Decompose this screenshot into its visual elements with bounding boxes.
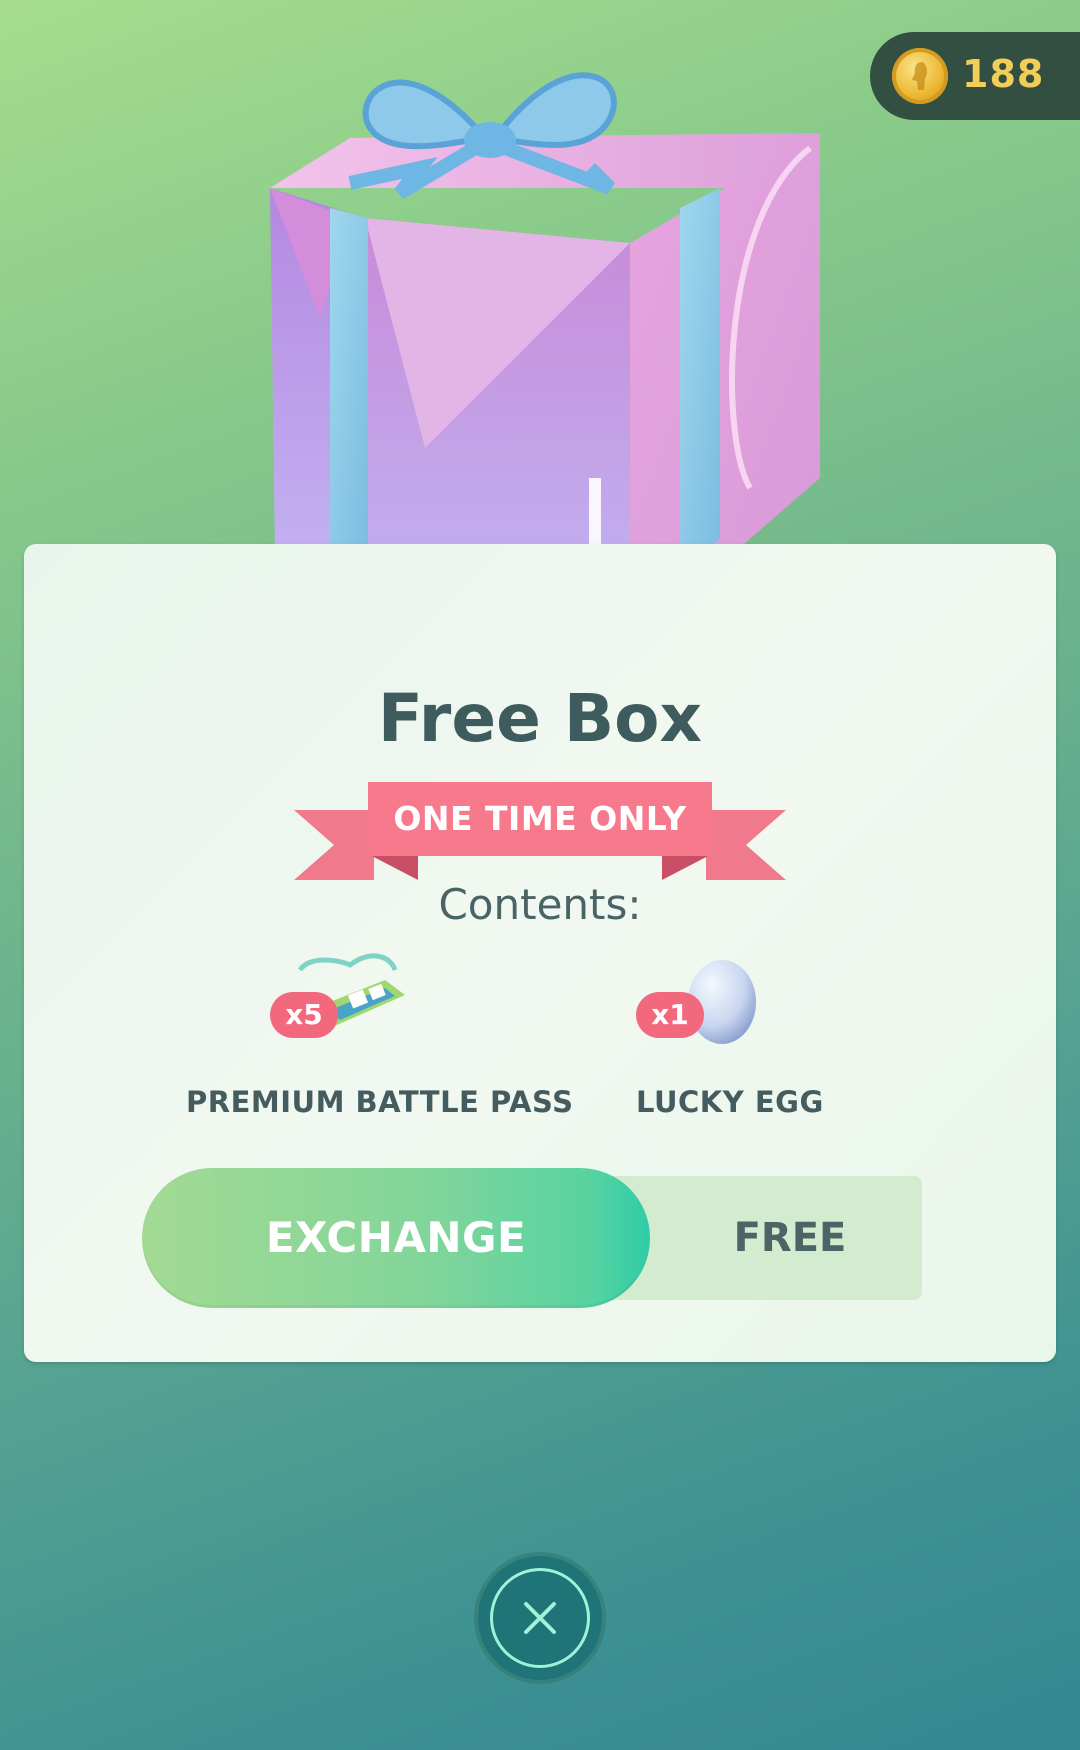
price-label: FREE [733, 1215, 847, 1261]
content-item-battle-pass: x5 PREMIUM BATTLE PASS [170, 950, 573, 1130]
battle-pass-quantity-badge: x5 [270, 992, 338, 1038]
one-time-only-label: ONE TIME ONLY [393, 799, 687, 838]
offer-title: Free Box [377, 680, 703, 757]
coin-count: 188 [962, 52, 1045, 96]
close-button[interactable] [478, 1556, 602, 1680]
content-item-lucky-egg: x1 LUCKY EGG [620, 950, 850, 1130]
lucky-egg-quantity-badge: x1 [636, 992, 704, 1038]
close-icon[interactable] [522, 1600, 558, 1636]
exchange-button-label[interactable]: EXCHANGE [142, 1168, 650, 1308]
lucky-egg-name: LUCKY EGG [636, 1085, 824, 1119]
contents-label: Contents: [438, 880, 642, 929]
battle-pass-name: PREMIUM BATTLE PASS [186, 1085, 574, 1119]
coin-balance: 188 [870, 32, 1080, 120]
pokecoin-icon [892, 48, 948, 104]
